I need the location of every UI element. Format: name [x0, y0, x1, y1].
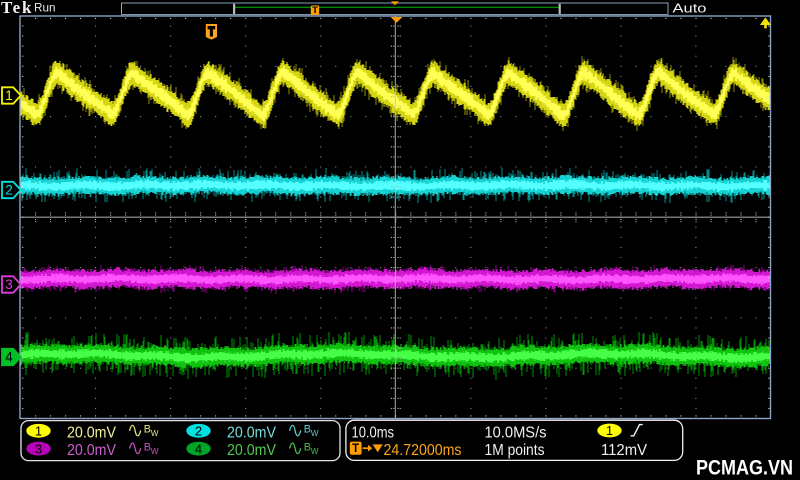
svg-text:PCMAG.VN: PCMAG.VN	[696, 456, 793, 480]
svg-text:20.0mV: 20.0mV	[67, 442, 116, 459]
svg-text:W: W	[311, 447, 319, 456]
svg-text:24.72000ms: 24.72000ms	[384, 442, 462, 459]
svg-text:10.0MS/s: 10.0MS/s	[485, 424, 547, 441]
svg-text:W: W	[151, 447, 159, 456]
svg-text:W: W	[151, 429, 159, 438]
svg-text:Auto: Auto	[673, 0, 707, 15]
svg-text:20.0mV: 20.0mV	[227, 424, 276, 441]
svg-text:W: W	[311, 429, 319, 438]
svg-text:1: 1	[5, 88, 13, 103]
svg-text:2: 2	[5, 183, 13, 198]
svg-text:T: T	[312, 5, 318, 16]
svg-text:1: 1	[35, 424, 42, 439]
svg-text:2: 2	[195, 424, 202, 439]
svg-text:10.0ms: 10.0ms	[352, 424, 395, 441]
svg-text:4: 4	[195, 441, 202, 456]
svg-text:20.0mV: 20.0mV	[67, 424, 116, 441]
svg-text:3: 3	[5, 277, 13, 292]
svg-text:1M points: 1M points	[485, 442, 545, 459]
svg-text:Tek: Tek	[1, 0, 32, 17]
svg-text:3: 3	[35, 441, 42, 456]
svg-text:1: 1	[606, 423, 613, 438]
svg-text:T: T	[352, 443, 359, 455]
svg-text:4: 4	[5, 350, 13, 365]
svg-text:112mV: 112mV	[601, 442, 647, 459]
svg-text:Run: Run	[34, 2, 56, 14]
svg-text:20.0mV: 20.0mV	[227, 442, 276, 459]
